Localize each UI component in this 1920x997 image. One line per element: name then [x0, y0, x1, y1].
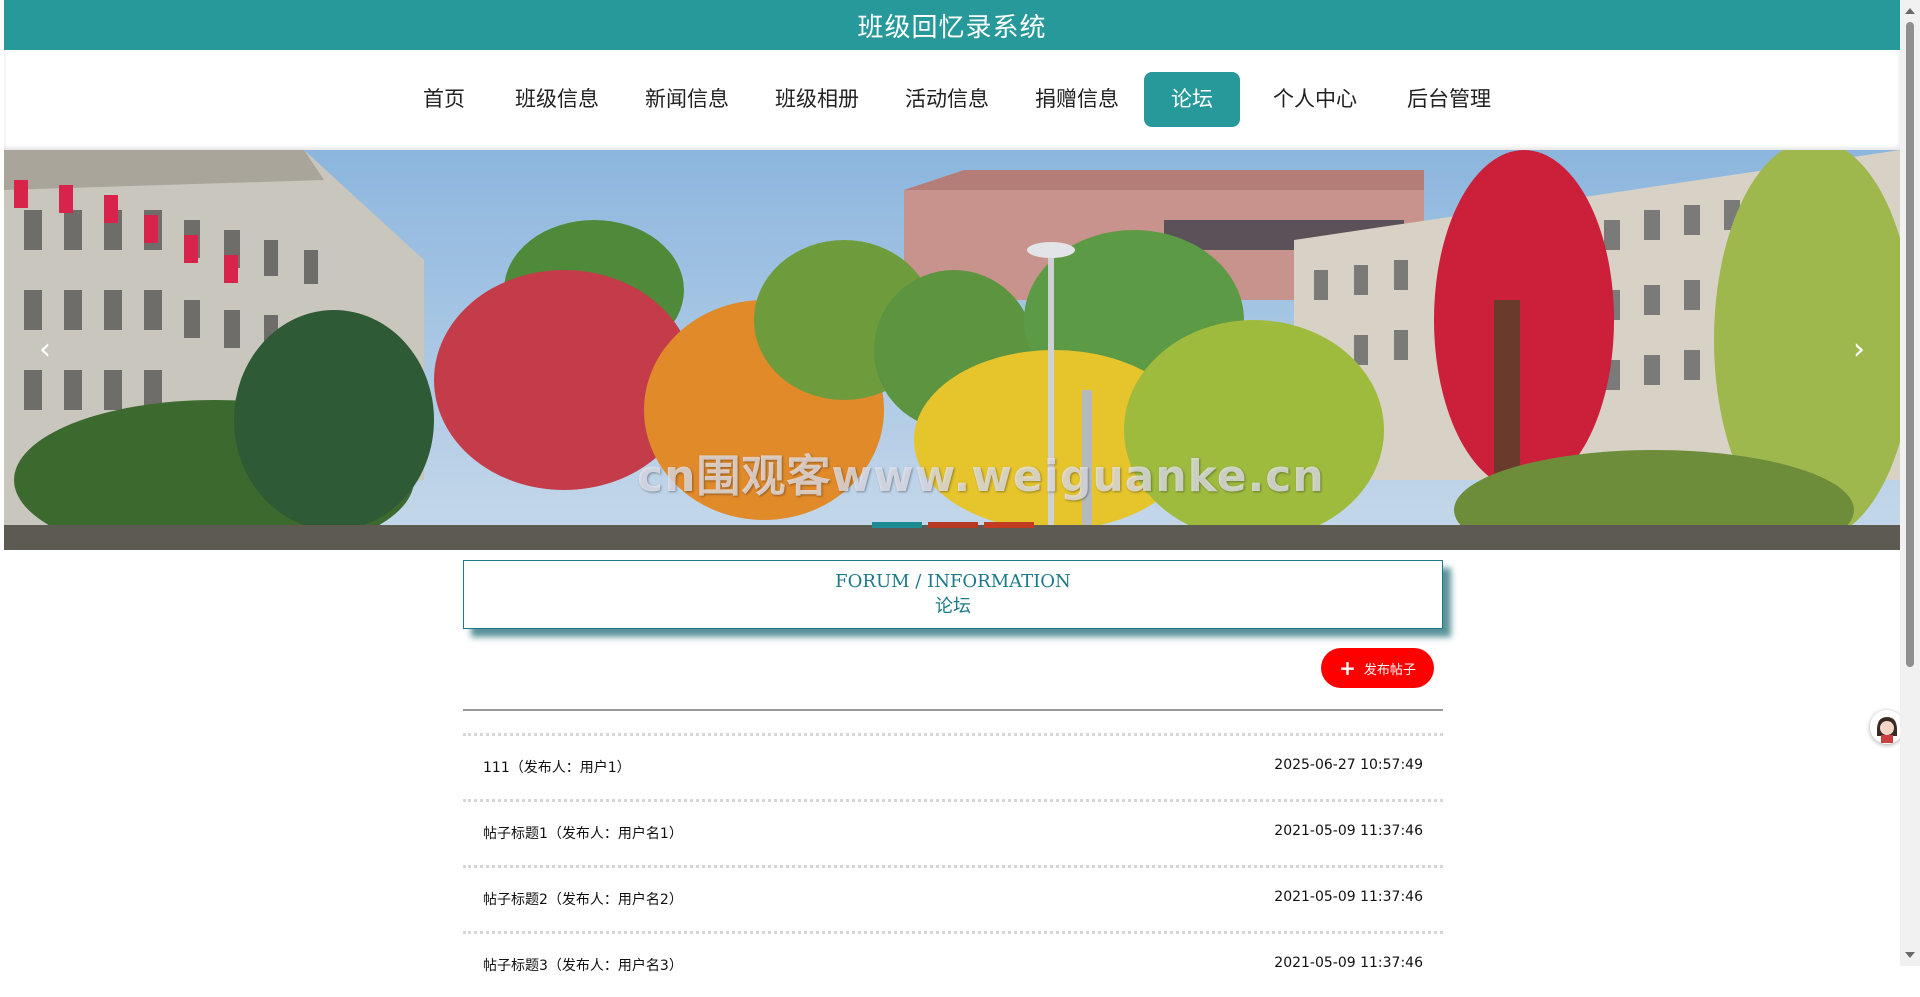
site-title: 班级回忆录系统 — [857, 12, 1047, 43]
post-date: 2021-05-09 11:37:46 — [1274, 823, 1423, 839]
scroll-down-icon[interactable] — [1905, 952, 1915, 958]
post-title: 111（发布人：用户1） — [483, 760, 631, 776]
post-date: 2025-06-27 10:57:49 — [1274, 757, 1423, 773]
post-title: 帖子标题3（发布人：用户名3） — [483, 958, 683, 974]
nav-item-class-info[interactable]: 班级信息 — [504, 72, 610, 127]
post-title: 帖子标题2（发布人：用户名2） — [483, 892, 683, 908]
publish-post-button[interactable]: + 发布帖子 — [1321, 648, 1434, 688]
banner-prev-icon[interactable]: ‹ — [30, 335, 60, 365]
section-title-box: FORUM / INFORMATION 论坛 — [463, 560, 1443, 629]
scroll-thumb[interactable] — [1906, 22, 1914, 667]
banner-dot-3[interactable] — [984, 522, 1034, 528]
nav-item-home[interactable]: 首页 — [404, 72, 484, 127]
post-title: 帖子标题1（发布人：用户名1） — [483, 826, 683, 842]
banner-carousel[interactable]: ‹ › cn围观客www.weiguanke.cn — [4, 150, 1900, 550]
nav-item-activities[interactable]: 活动信息 — [894, 72, 1000, 127]
post-date: 2021-05-09 11:37:46 — [1274, 889, 1423, 905]
banner-dot-2[interactable] — [928, 522, 978, 528]
main-nav: 首页 班级信息 新闻信息 班级相册 活动信息 捐赠信息 论坛 个人中心 后台管理 — [4, 50, 1900, 150]
page: 班级回忆录系统 首页 班级信息 新闻信息 班级相册 活动信息 捐赠信息 论坛 个… — [4, 0, 1904, 974]
post-row[interactable]: 帖子标题3（发布人：用户名3） 2021-05-09 11:37:46 — [463, 931, 1443, 997]
nav-item-news[interactable]: 新闻信息 — [634, 72, 740, 127]
post-date: 2021-05-09 11:37:46 — [1274, 955, 1423, 971]
plus-icon: + — [1339, 656, 1356, 680]
banner-watermark: cn围观客www.weiguanke.cn — [637, 451, 1325, 502]
post-row[interactable]: 帖子标题2（发布人：用户名2） 2021-05-09 11:37:46 — [463, 865, 1443, 931]
site-header: 班级回忆录系统 — [4, 0, 1900, 50]
page-scrollbar[interactable] — [1900, 0, 1920, 966]
nav-item-forum[interactable]: 论坛 — [1144, 72, 1240, 127]
section-title-cn: 论坛 — [935, 596, 971, 617]
divider — [463, 709, 1443, 711]
publish-post-label: 发布帖子 — [1363, 662, 1416, 678]
nav-item-album[interactable]: 班级相册 — [764, 72, 870, 127]
post-list: 111（发布人：用户1） 2025-06-27 10:57:49 帖子标题1（发… — [463, 733, 1443, 997]
nav-item-admin[interactable]: 后台管理 — [1396, 72, 1502, 127]
post-row[interactable]: 111（发布人：用户1） 2025-06-27 10:57:49 — [463, 733, 1443, 799]
banner-dot-1[interactable] — [872, 522, 922, 528]
banner-next-icon[interactable]: › — [1844, 335, 1874, 365]
section-title-en: FORUM / INFORMATION — [835, 571, 1071, 592]
scroll-up-icon[interactable] — [1905, 8, 1915, 14]
post-row[interactable]: 帖子标题1（发布人：用户名1） 2021-05-09 11:37:46 — [463, 799, 1443, 865]
nav-item-profile[interactable]: 个人中心 — [1262, 72, 1368, 127]
nav-item-donations[interactable]: 捐赠信息 — [1024, 72, 1130, 127]
assistant-avatar-icon[interactable] — [1870, 710, 1904, 744]
